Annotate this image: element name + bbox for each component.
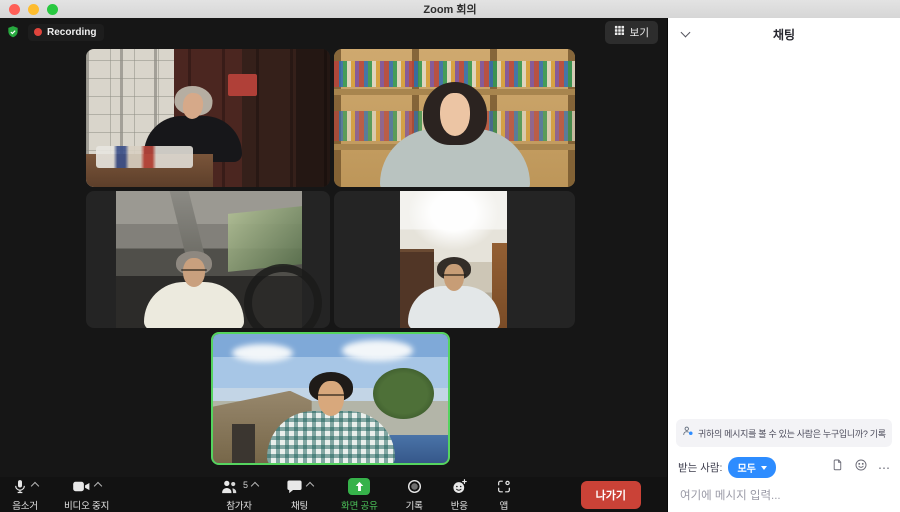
stop-video-label: 비디오 중지 bbox=[64, 498, 109, 512]
grid-view-icon bbox=[614, 25, 625, 39]
window-title: Zoom 회의 bbox=[0, 1, 900, 17]
recipient-value: 모두 bbox=[737, 460, 755, 475]
recording-indicator: Recording bbox=[28, 24, 104, 41]
apps-icon bbox=[496, 478, 512, 500]
chat-label: 채팅 bbox=[291, 498, 308, 512]
chat-panel-header: 채팅 bbox=[668, 18, 900, 50]
participant-silhouette bbox=[144, 254, 244, 328]
participants-button[interactable]: 5 참가자 bbox=[218, 478, 260, 512]
chat-footer: 귀하의 메시지를 볼 수 있는 사람은 누구입니까? 기록이 켜져 있음 받는 … bbox=[668, 413, 900, 512]
record-label: 기록 bbox=[406, 498, 423, 512]
view-button[interactable]: 보기 bbox=[605, 21, 658, 44]
video-feed bbox=[86, 49, 330, 187]
to-label: 받는 사람: bbox=[678, 460, 722, 475]
chat-button[interactable]: 채팅 bbox=[284, 478, 315, 512]
reactions-smiley-icon bbox=[451, 478, 468, 500]
person-info-icon bbox=[682, 424, 694, 442]
video-feed bbox=[334, 49, 575, 187]
share-screen-button[interactable]: 화면 공유 bbox=[339, 478, 380, 512]
chat-message-input[interactable] bbox=[676, 488, 892, 504]
view-button-label: 보기 bbox=[630, 25, 649, 40]
camera-icon bbox=[72, 478, 91, 500]
participants-label: 참가자 bbox=[226, 498, 252, 512]
chat-privacy-notice-text: 귀하의 메시지를 볼 수 있는 사람은 누구입니까? 기록이 켜져 있음 bbox=[698, 427, 886, 440]
apps-button[interactable]: 앱 bbox=[494, 478, 514, 512]
chat-bubble-icon bbox=[286, 478, 303, 500]
share-screen-label: 화면 공유 bbox=[341, 498, 378, 512]
chat-privacy-notice[interactable]: 귀하의 메시지를 볼 수 있는 사람은 누구입니까? 기록이 켜져 있음 bbox=[676, 419, 892, 447]
record-circle-icon bbox=[406, 478, 423, 500]
meeting-area: Recording 보기 bbox=[0, 18, 667, 512]
participant-video-tile-5-active-speaker[interactable] bbox=[211, 332, 450, 465]
share-screen-icon bbox=[348, 478, 370, 495]
video-feed bbox=[213, 334, 448, 463]
meeting-toolbar: 음소거 비디오 중지 bbox=[0, 477, 667, 512]
video-feed bbox=[400, 191, 507, 328]
mute-label: 음소거 bbox=[12, 498, 38, 512]
security-shield-icon[interactable] bbox=[6, 25, 20, 39]
reactions-button[interactable]: 반응 bbox=[449, 478, 470, 512]
mute-button[interactable]: 음소거 bbox=[10, 478, 40, 512]
participant-silhouette bbox=[267, 376, 395, 465]
participant-silhouette bbox=[380, 87, 530, 187]
participant-silhouette bbox=[408, 260, 500, 328]
mute-options-caret-icon[interactable] bbox=[31, 481, 39, 489]
chat-recipient-row: 받는 사람: 모두 ⋯ bbox=[678, 457, 890, 478]
dropdown-arrow-icon bbox=[761, 466, 767, 470]
attach-file-icon[interactable] bbox=[831, 458, 844, 477]
meeting-topbar: Recording 보기 bbox=[0, 18, 667, 46]
chat-message-list[interactable] bbox=[668, 50, 900, 413]
more-options-icon[interactable]: ⋯ bbox=[878, 462, 890, 474]
participant-video-tile-2[interactable] bbox=[334, 49, 575, 187]
recording-label: Recording bbox=[47, 27, 96, 38]
reactions-label: 반응 bbox=[451, 498, 468, 512]
participant-video-tile-4[interactable] bbox=[334, 191, 575, 328]
participant-video-tile-3[interactable] bbox=[86, 191, 330, 328]
recording-dot-icon bbox=[34, 28, 42, 36]
emoji-icon[interactable] bbox=[854, 458, 868, 477]
recipient-select-dropdown[interactable]: 모두 bbox=[728, 457, 775, 478]
video-options-caret-icon[interactable] bbox=[94, 481, 102, 489]
participants-options-caret-icon[interactable] bbox=[251, 481, 259, 489]
chat-options-caret-icon[interactable] bbox=[306, 481, 314, 489]
microphone-icon bbox=[12, 478, 28, 500]
participants-count: 5 bbox=[243, 480, 248, 490]
leave-meeting-button[interactable]: 나가기 bbox=[581, 481, 641, 509]
participants-icon bbox=[220, 478, 239, 500]
record-button[interactable]: 기록 bbox=[404, 478, 425, 512]
apps-label: 앱 bbox=[500, 498, 509, 512]
participant-video-tile-1[interactable] bbox=[86, 49, 330, 187]
video-feed bbox=[116, 191, 302, 328]
titlebar: Zoom 회의 bbox=[0, 0, 900, 18]
chat-panel: 채팅 귀하의 메시지를 볼 수 있는 사람은 누구입니까? 기록이 켜져 있음 … bbox=[667, 18, 900, 512]
chat-panel-title: 채팅 bbox=[668, 26, 900, 43]
zoom-app-window: Zoom 회의 Recording 보기 bbox=[0, 0, 900, 512]
stop-video-button[interactable]: 비디오 중지 bbox=[62, 478, 111, 512]
